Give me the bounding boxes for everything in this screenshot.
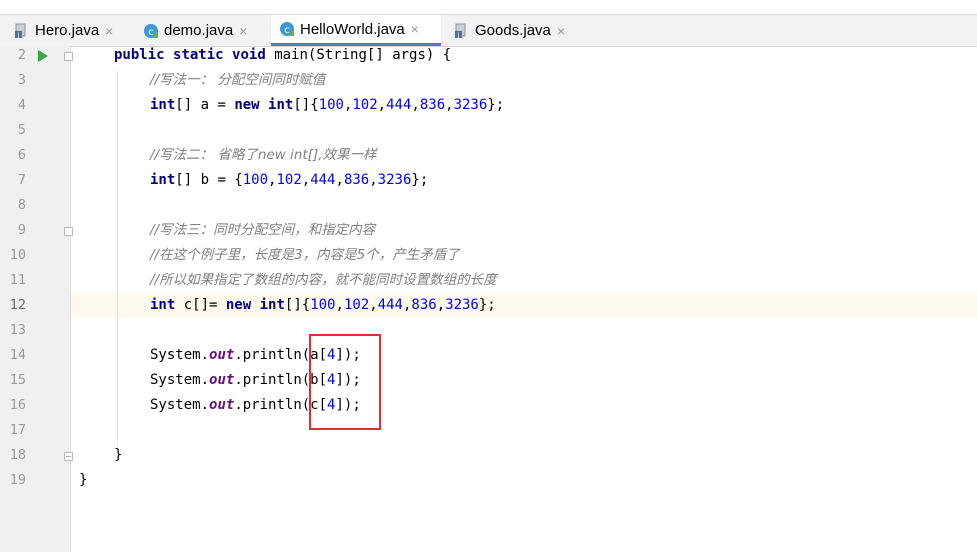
line-number: 16	[9, 397, 26, 413]
close-icon[interactable]: ×	[239, 24, 247, 38]
line-number: 13	[9, 322, 26, 338]
line-number: 4	[17, 97, 26, 113]
line-number: 6	[17, 147, 26, 163]
line-number: 3	[17, 72, 26, 88]
tab-hero-java[interactable]: J Hero.java ×	[8, 15, 130, 46]
comment-line-11[interactable]: //所以如果指定了数组的内容，就不能同时设置数组的长度	[150, 268, 497, 293]
line-number: 2	[17, 47, 26, 63]
line-number: 9	[17, 222, 26, 238]
code-line-12[interactable]: int c[]= new int[]{100,102,444,836,3236}…	[150, 293, 496, 318]
line-number: 5	[17, 122, 26, 138]
line-number: 18	[9, 447, 26, 463]
comment-line-6[interactable]: //写法二： 省略了new int[],效果一样	[150, 143, 377, 168]
line-number: 7	[17, 172, 26, 188]
line-number-current: 12	[9, 297, 26, 313]
java-file-icon: J	[454, 23, 470, 39]
line-number: 15	[9, 372, 26, 388]
fold-marker-icon[interactable]	[64, 452, 73, 461]
java-file-icon: J	[14, 23, 30, 39]
line-number: 17	[9, 422, 26, 438]
code-line-2[interactable]: public static void main(String[] args) {	[114, 43, 451, 68]
close-icon[interactable]: ×	[557, 24, 565, 38]
run-main-icon[interactable]	[38, 50, 48, 62]
tab-goods-java[interactable]: J Goods.java ×	[448, 15, 578, 46]
fold-marker-icon[interactable]	[64, 227, 73, 236]
tab-label: HelloWorld.java	[300, 20, 405, 38]
annotation-highlight-box	[309, 334, 381, 430]
line-number: 8	[17, 197, 26, 213]
line-number: 10	[9, 247, 26, 263]
line-number: 14	[9, 347, 26, 363]
code-line-4[interactable]: int[] a = new int[]{100,102,444,836,3236…	[150, 93, 504, 118]
tab-label: Hero.java	[35, 22, 100, 39]
tab-label: Goods.java	[475, 22, 551, 39]
svg-text:c: c	[148, 27, 154, 38]
code-line-18[interactable]: }	[114, 443, 122, 468]
code-line-7[interactable]: int[] b = {100,102,444,836,3236};	[150, 168, 428, 193]
close-icon[interactable]: ×	[105, 24, 113, 38]
line-number: 11	[9, 272, 26, 288]
svg-text:J: J	[457, 32, 460, 39]
java-class-icon: c	[143, 23, 159, 39]
window-top-strip	[0, 0, 977, 15]
svg-text:c: c	[284, 25, 290, 36]
tab-demo-java[interactable]: c demo.java ×	[137, 15, 264, 46]
line-number: 19	[9, 472, 26, 488]
comment-line-9[interactable]: //写法三：同时分配空间，和指定内容	[150, 218, 375, 243]
code-line-19[interactable]: }	[79, 468, 87, 493]
comment-line-10[interactable]: //在这个例子里，长度是3，内容是5个，产生矛盾了	[150, 243, 460, 268]
fold-marker-icon[interactable]	[64, 52, 73, 61]
indent-guide	[117, 71, 118, 446]
tab-helloworld-java[interactable]: c HelloWorld.java ×	[271, 15, 441, 46]
tab-label: demo.java	[164, 22, 234, 39]
java-class-icon: c	[279, 21, 295, 37]
svg-text:J: J	[17, 32, 20, 39]
comment-line-3[interactable]: //写法一： 分配空间同时赋值	[150, 68, 325, 93]
close-icon[interactable]: ×	[411, 22, 419, 36]
